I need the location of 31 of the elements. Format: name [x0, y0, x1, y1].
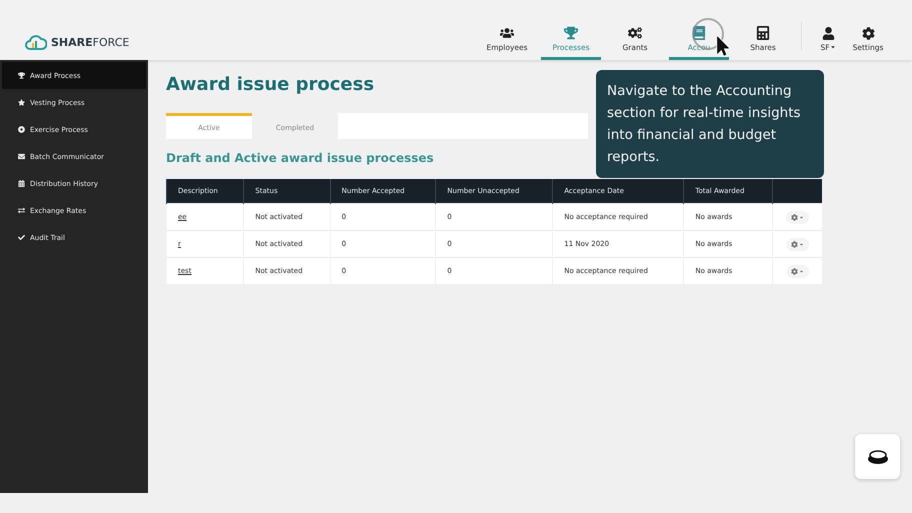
book-icon — [692, 26, 706, 40]
actions-button[interactable] — [786, 264, 809, 278]
caret-icon — [799, 214, 804, 220]
caret-icon — [799, 242, 804, 246]
user-icon — [822, 27, 834, 40]
trophy-icon — [564, 26, 578, 40]
arrows-icon — [18, 207, 25, 214]
gears-icon — [628, 26, 642, 40]
trophy-icon — [18, 72, 25, 79]
actions-button[interactable] — [786, 210, 809, 224]
caret-icon — [799, 268, 804, 274]
check-icon — [18, 234, 25, 241]
calendar-icon — [18, 180, 25, 187]
calculator-icon — [756, 26, 770, 40]
gear-icon — [791, 240, 798, 248]
section-title: Draft and Active award issue processes — [166, 151, 434, 165]
star-icon — [18, 99, 25, 106]
cloud-logo-icon — [25, 34, 47, 50]
settings-icon — [862, 27, 874, 40]
gear-icon — [791, 268, 798, 274]
chat-icon — [866, 448, 888, 466]
envelope-icon — [18, 153, 25, 160]
actions-button[interactable] — [786, 238, 809, 250]
page-title: Award issue process — [166, 74, 374, 95]
chat-button[interactable] — [855, 434, 900, 479]
caret-icon — [830, 44, 836, 50]
column-header — [772, 179, 822, 204]
logo-text: SHAREFORCE — [51, 36, 130, 48]
tooltip: Navigate to the Accounting section for real-time insights into financial and budget reports. — [596, 70, 824, 178]
users-icon — [500, 26, 514, 40]
gear-icon — [791, 214, 798, 220]
